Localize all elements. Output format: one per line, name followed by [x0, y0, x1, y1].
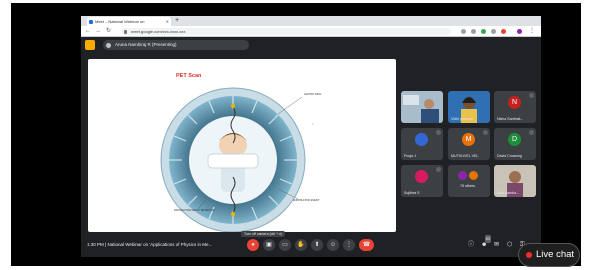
back-icon[interactable]: ← [85, 27, 91, 36]
address-bar: ← → ↻ meet.google.com/xxx-xxxx-xxx ⋮ [81, 26, 541, 37]
shared-screen: Meet – National Webinar on ✕ + ← → ↻ mee… [81, 16, 541, 257]
participant-tile[interactable]: Vidhi pranesh [448, 91, 490, 123]
participant-name: MUTHUVEL VEL [451, 154, 479, 158]
presentation-slide: PET Scan x GANTRY RING RADIOACTIVE DECAY… [88, 59, 396, 232]
participant-name: Vidhi pranesh [451, 117, 473, 121]
mic-off-icon [529, 130, 534, 135]
presenting-indicator: Aruna Nambiraj R (Presenting) [103, 40, 249, 50]
reload-icon[interactable]: ↻ [106, 27, 111, 36]
camera-icon[interactable]: ▣ [263, 239, 275, 251]
video-frame: Meet – National Webinar on ✕ + ← → ↻ mee… [11, 3, 581, 266]
avatar: D [508, 133, 521, 146]
avatar: M [462, 133, 475, 146]
meet-logo-icon [85, 40, 95, 50]
mic-off-icon [483, 130, 488, 135]
participant-video [401, 91, 443, 123]
tab-title: Meet – National Webinar on [95, 19, 145, 24]
participant-tile[interactable]: N Nisha Santhak... [494, 91, 536, 123]
meeting-info: 1:30 PM | National Webinar on 'Applicati… [87, 242, 212, 247]
participant-tile[interactable]: M MUTHUVEL VEL [448, 128, 490, 160]
participant-tile[interactable]: Aarti Jamba... [494, 165, 536, 197]
extension-icon[interactable] [461, 29, 466, 34]
participant-count-badge: 80 [485, 235, 491, 243]
mic-off-icon [436, 130, 441, 135]
slide-label: ANNIHILATION EVENT [293, 199, 320, 202]
pet-scanner-illustration: x [160, 87, 314, 232]
participant-tile[interactable]: Sujithra S [401, 165, 443, 197]
avatar [458, 171, 467, 180]
info-icon[interactable]: ⓘ [468, 241, 474, 249]
participant-tile[interactable]: D David Croaning [494, 128, 536, 160]
url-field[interactable]: meet.google.com/xxx-xxxx-xxx [121, 28, 451, 35]
meeting-time: 1:30 PM [87, 242, 104, 247]
meeting-title: National Webinar on 'Applications of Phy… [107, 242, 213, 247]
slide-label: GANTRY RING [304, 93, 322, 96]
participant-name: David Croaning [497, 154, 522, 158]
browser-tab-bar: Meet – National Webinar on ✕ + [81, 16, 541, 26]
close-icon[interactable]: ✕ [166, 17, 169, 26]
avatar: N [508, 96, 521, 109]
slide-label: RADIOACTIVE DECAY DETECTOR [174, 209, 215, 212]
mic-off-icon [436, 167, 441, 172]
lock-icon [124, 29, 127, 34]
others-tile[interactable]: 75 others [448, 165, 490, 197]
more-options-icon[interactable]: ⋮ [343, 239, 355, 251]
meet-header: Aruna Nambiraj R (Presenting) [81, 38, 541, 52]
forward-icon[interactable]: → [95, 27, 101, 36]
presenter-avatar [106, 42, 111, 48]
mic-icon[interactable]: ● [247, 239, 259, 251]
present-icon[interactable]: ⬆ [311, 239, 323, 251]
raise-hand-icon[interactable]: ✋ [295, 239, 307, 251]
camera-tooltip: Turn off camera (ctrl + e) [241, 231, 286, 237]
emoji-icon[interactable]: ☺ [327, 239, 339, 251]
extension-icon[interactable] [501, 29, 506, 34]
mic-off-icon [529, 93, 534, 98]
others-count: 75 others [460, 184, 475, 188]
participant-name: Aarti Jamba... [497, 191, 520, 195]
new-tab-button[interactable]: + [175, 16, 179, 26]
chat-icon[interactable]: ✉ [494, 241, 499, 249]
live-chat-label: Live chat [536, 249, 575, 260]
participant-name: Sujithra S [404, 191, 420, 195]
svg-text:x: x [312, 122, 314, 126]
live-chat-button[interactable]: Live chat [518, 243, 580, 267]
extension-icon[interactable] [471, 29, 476, 34]
extension-icon[interactable] [491, 29, 496, 34]
participant-tile[interactable] [401, 91, 443, 123]
extension-icon[interactable] [481, 29, 486, 34]
live-dot-icon [526, 252, 532, 258]
meet-favicon-icon [89, 19, 93, 24]
profile-avatar[interactable] [517, 29, 522, 34]
end-call-button[interactable]: ☎ [359, 239, 374, 251]
avatar [469, 171, 478, 180]
browser-tab[interactable]: Meet – National Webinar on ✕ [87, 17, 171, 26]
participant-name: Nisha Santhak... [497, 117, 524, 121]
participant-name: Pooja J [404, 154, 416, 158]
avatar [415, 170, 428, 183]
menu-dots-icon[interactable]: ⋮ [529, 27, 535, 36]
participant-tile[interactable]: Pooja J [401, 128, 443, 160]
avatar [415, 133, 428, 146]
activities-icon[interactable]: ⬡ [507, 241, 512, 249]
url-text: meet.google.com/xxx-xxxx-xxx [131, 29, 186, 34]
captions-icon[interactable]: ▭ [279, 239, 291, 251]
presenting-label: Aruna Nambiraj R (Presenting) [115, 42, 177, 47]
meet-controls-bar: Turn off camera (ctrl + e) 1:30 PM | Nat… [81, 231, 541, 257]
